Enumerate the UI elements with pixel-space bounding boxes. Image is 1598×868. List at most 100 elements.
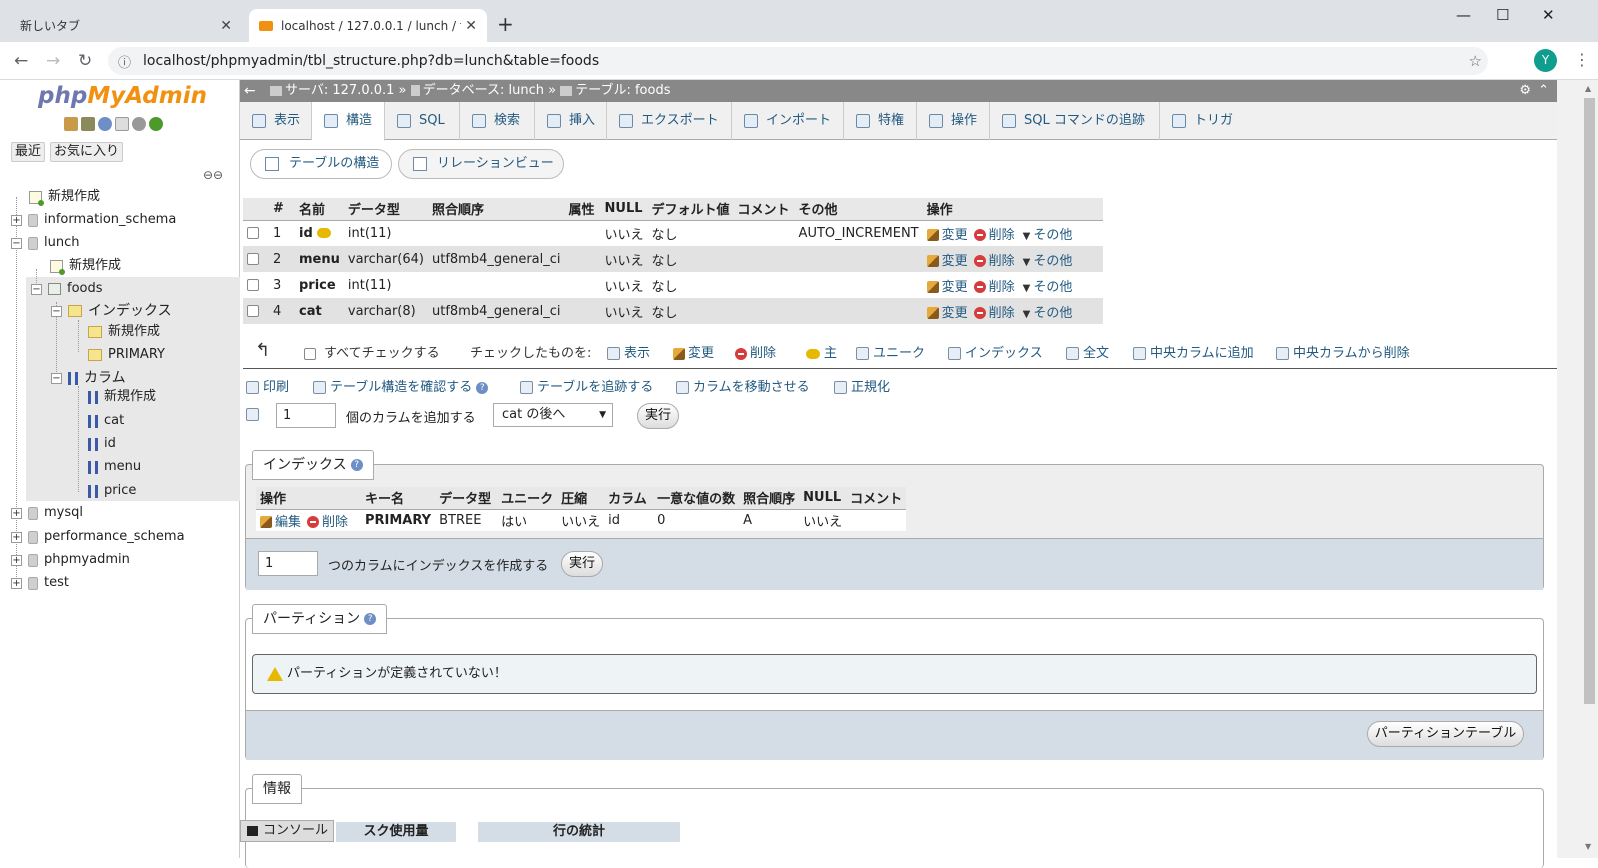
- track-table-link[interactable]: テーブルを追跡する: [520, 376, 653, 395]
- index-edit-link[interactable]: 編集: [260, 515, 301, 530]
- logout-icon[interactable]: [81, 117, 95, 131]
- profile-avatar[interactable]: Y: [1534, 49, 1557, 72]
- favorites-button[interactable]: お気に入り: [50, 142, 124, 162]
- drop-link[interactable]: 削除: [968, 280, 1015, 295]
- change-link[interactable]: 変更: [926, 280, 968, 295]
- scroll-up-icon[interactable]: ▲: [1585, 84, 1591, 93]
- subtab-table-structure[interactable]: テーブルの構造: [250, 149, 392, 179]
- docs-icon[interactable]: [115, 117, 129, 131]
- collapse-icon[interactable]: −: [51, 305, 62, 317]
- browser-tab-phpmyadmin[interactable]: localhost / 127.0.0.1 / lunch / foo ✕: [249, 9, 487, 42]
- normalize-link[interactable]: 正規化: [834, 376, 890, 395]
- move-columns-link[interactable]: カラムを移動させる: [676, 376, 810, 395]
- add-column-count-input[interactable]: 1: [276, 403, 336, 428]
- row-checkbox[interactable]: [247, 253, 259, 265]
- forward-icon[interactable]: →: [46, 51, 60, 71]
- collapse-up-icon[interactable]: ⌃: [1538, 80, 1549, 102]
- tree-db-information-schema[interactable]: + information_schema: [11, 209, 176, 231]
- add-column-position-select[interactable]: cat の後へ ▼: [493, 403, 613, 427]
- col-header[interactable]: NULL: [600, 198, 648, 221]
- drop-link[interactable]: 削除: [968, 254, 1015, 269]
- home-icon[interactable]: [64, 117, 78, 131]
- minimize-button[interactable]: —: [1456, 6, 1471, 24]
- tab-sql[interactable]: SQL: [385, 102, 460, 140]
- link-icon[interactable]: ⊖⊖: [203, 168, 223, 182]
- tree-column-menu[interactable]: menu: [88, 456, 141, 478]
- recent-button[interactable]: 最近: [11, 142, 46, 162]
- drop-link[interactable]: 削除: [968, 228, 1015, 243]
- bulk-change[interactable]: 変更: [673, 342, 714, 361]
- tree-db-test[interactable]: + test: [11, 572, 69, 594]
- row-checkbox[interactable]: [247, 279, 259, 291]
- maximize-button[interactable]: ☐: [1496, 6, 1509, 24]
- drop-link[interactable]: 削除: [968, 306, 1015, 321]
- change-link[interactable]: 変更: [926, 254, 968, 269]
- close-window-button[interactable]: ✕: [1542, 6, 1555, 24]
- expand-icon[interactable]: +: [11, 554, 22, 566]
- tree-db-phpmyadmin[interactable]: + phpmyadmin: [11, 549, 130, 571]
- col-header[interactable]: 名前: [295, 198, 344, 221]
- col-header[interactable]: その他: [794, 198, 923, 221]
- tab-structure[interactable]: 構造: [312, 102, 385, 141]
- console-tab[interactable]: コンソール: [240, 820, 334, 842]
- tree-column-id[interactable]: id: [88, 433, 116, 455]
- col-header[interactable]: デフォルト値: [647, 198, 734, 221]
- tree-db-performance-schema[interactable]: + performance_schema: [11, 526, 185, 548]
- tree-index-new[interactable]: 新規作成: [88, 321, 160, 343]
- col-header[interactable]: 照合順序: [427, 198, 565, 221]
- tree-db-mysql[interactable]: + mysql: [11, 502, 83, 524]
- create-index-count-input[interactable]: 1: [258, 551, 318, 576]
- new-tab-button[interactable]: +: [497, 12, 514, 36]
- expand-icon[interactable]: +: [11, 577, 22, 589]
- more-link[interactable]: ▼ その他: [1015, 228, 1073, 243]
- expand-icon[interactable]: +: [11, 214, 22, 226]
- tab-import[interactable]: インポート: [732, 102, 844, 140]
- reload-nav-icon[interactable]: [149, 117, 163, 131]
- close-icon[interactable]: ✕: [465, 18, 477, 34]
- add-column-go-button[interactable]: 実行: [637, 403, 679, 429]
- expand-icon[interactable]: +: [11, 531, 22, 543]
- breadcrumb-table[interactable]: テーブル: foods: [575, 83, 670, 98]
- tree-column-cat[interactable]: cat: [88, 410, 124, 432]
- tab-privileges[interactable]: 特権: [844, 102, 917, 140]
- collapse-nav-icon[interactable]: ←: [244, 80, 256, 102]
- check-all[interactable]: すべてチェックする: [304, 342, 440, 361]
- tree-column-new[interactable]: 新規作成: [88, 386, 156, 408]
- tree-lunch-new-table[interactable]: 新規作成: [50, 255, 121, 277]
- scroll-down-icon[interactable]: ▼: [1585, 842, 1591, 851]
- change-link[interactable]: 変更: [926, 228, 968, 243]
- tree-column-price[interactable]: price: [88, 480, 136, 502]
- bulk-primary[interactable]: 主: [806, 342, 837, 361]
- bulk-browse[interactable]: 表示: [607, 342, 650, 361]
- change-link[interactable]: 変更: [926, 306, 968, 321]
- bulk-add-central[interactable]: 中央カラムに追加: [1133, 342, 1254, 361]
- row-checkbox[interactable]: [247, 227, 259, 240]
- scrollbar-thumb[interactable]: [1584, 98, 1595, 704]
- help-icon[interactable]: [98, 117, 112, 131]
- col-header[interactable]: コメント: [733, 198, 795, 221]
- bulk-fulltext[interactable]: 全文: [1066, 342, 1109, 361]
- bulk-drop[interactable]: 削除: [735, 342, 776, 361]
- tab-operations[interactable]: 操作: [917, 102, 990, 140]
- tree-indexes[interactable]: − インデックス: [51, 300, 172, 322]
- help-icon[interactable]: ?: [350, 459, 363, 471]
- bulk-unique[interactable]: ユニーク: [856, 342, 925, 361]
- close-icon[interactable]: ✕: [220, 18, 232, 34]
- more-link[interactable]: ▼ その他: [1015, 280, 1073, 295]
- tab-browse[interactable]: 表示: [240, 102, 312, 140]
- tab-tracking[interactable]: SQL コマンドの追跡: [990, 102, 1160, 140]
- bulk-remove-central[interactable]: 中央カラムから削除: [1276, 342, 1410, 361]
- create-index-go-button[interactable]: 実行: [561, 551, 603, 577]
- more-link[interactable]: ▼ その他: [1015, 306, 1073, 321]
- reload-icon[interactable]: ↻: [78, 51, 92, 71]
- tree-index-primary[interactable]: PRIMARY: [88, 344, 165, 366]
- tree-new-db[interactable]: 新規作成: [12, 186, 100, 208]
- more-link[interactable]: ▼ その他: [1015, 254, 1073, 269]
- gear-icon[interactable]: ⚙: [1519, 80, 1531, 102]
- tab-search[interactable]: 検索: [460, 102, 535, 140]
- tab-insert[interactable]: 挿入: [535, 102, 607, 140]
- tab-export[interactable]: エクスポート: [607, 102, 732, 140]
- help-icon[interactable]: ?: [364, 613, 377, 625]
- browser-tab-new[interactable]: 新しいタブ ✕: [10, 9, 242, 42]
- info-icon[interactable]: ⓘ: [118, 52, 131, 71]
